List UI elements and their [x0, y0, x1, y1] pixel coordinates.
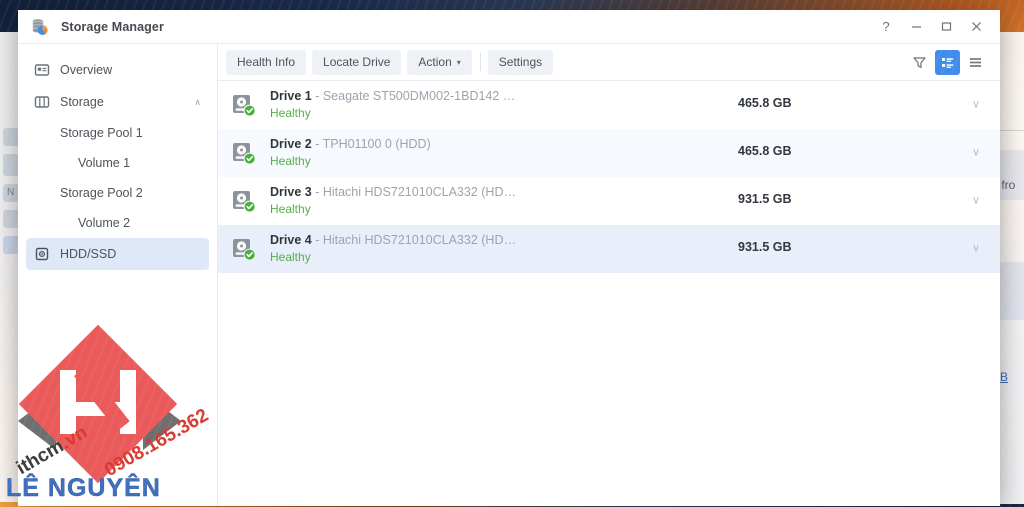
chevron-down-icon[interactable]: ∨ [972, 195, 980, 207]
drive-model: - Hitachi HDS721010CLA332 (HD… [315, 233, 516, 247]
storage-icon [34, 94, 50, 110]
sidebar-item-label: Storage Pool 2 [60, 186, 143, 200]
drive-name: Drive 3 [270, 185, 312, 199]
drive-size: 465.8 GB [738, 144, 792, 158]
sidebar-item-label: Volume 2 [78, 216, 131, 230]
drive-name-model: Drive 2 - TPH01100 0 (HDD) [270, 136, 431, 153]
window-title: Storage Manager [61, 19, 164, 34]
sidebar-item-label: Storage [60, 95, 104, 109]
toolbar: Health Info Locate Drive Action ▾ Settin… [218, 44, 1000, 81]
drive-name-model: Drive 3 - Hitachi HDS721010CLA332 (HD… [270, 184, 516, 201]
drive-name-model: Drive 4 - Hitachi HDS721010CLA332 (HD… [270, 232, 516, 249]
sidebar-item-label: Volume 1 [78, 156, 131, 170]
list-view-icon[interactable] [963, 50, 988, 75]
drive-status: Healthy [270, 202, 311, 216]
sidebar-item-volume-1[interactable]: Volume 1 [26, 148, 209, 178]
drive-size: 465.8 GB [738, 96, 792, 110]
hdd-healthy-icon [230, 235, 258, 263]
hdd-ssd-icon [34, 246, 50, 262]
content-area: Health Info Locate Drive Action ▾ Settin… [218, 44, 1000, 506]
sidebar-item-volume-2[interactable]: Volume 2 [26, 208, 209, 238]
window-controls: ? [872, 14, 990, 40]
drive-size: 931.5 GB [738, 192, 792, 206]
drive-row[interactable]: Drive 2 - TPH01100 0 (HDD) Healthy 465.8… [218, 129, 1000, 177]
hdd-healthy-icon [230, 91, 258, 119]
locate-drive-button[interactable]: Locate Drive [312, 49, 402, 75]
help-button[interactable]: ? [872, 14, 900, 40]
drive-status: Healthy [270, 250, 311, 264]
storage-manager-icon [30, 17, 50, 37]
overview-icon [34, 62, 50, 78]
chevron-down-icon[interactable]: ∨ [972, 99, 980, 111]
chevron-up-icon[interactable]: ∧ [194, 97, 201, 107]
settings-button[interactable]: Settings [487, 49, 554, 75]
sidebar-item-storage-pool-2[interactable]: Storage Pool 2 [26, 178, 209, 208]
health-info-button[interactable]: Health Info [226, 49, 307, 75]
drive-name: Drive 4 [270, 233, 312, 247]
chevron-down-icon[interactable]: ∨ [972, 147, 980, 159]
drive-row[interactable]: Drive 4 - Hitachi HDS721010CLA332 (HD… H… [218, 225, 1000, 273]
desktop-background: N s fro o B [0, 0, 1024, 507]
drive-name: Drive 2 [270, 137, 312, 151]
toolbar-divider [479, 53, 481, 71]
sidebar-item-label: Overview [60, 63, 113, 77]
drive-status: Healthy [270, 106, 311, 120]
drive-name-model: Drive 1 - Seagate ST500DM002-1BD142 … [270, 88, 515, 105]
storage-manager-window[interactable]: Storage Manager ? Overview Storage ∧ Sto… [18, 10, 1000, 506]
drive-model: - Hitachi HDS721010CLA332 (HD… [315, 185, 516, 199]
hdd-healthy-icon [230, 187, 258, 215]
drive-name: Drive 1 [270, 89, 312, 103]
sidebar-item-label: Storage Pool 1 [60, 126, 143, 140]
toolbar-view-controls [907, 49, 988, 75]
drive-status: Healthy [270, 154, 311, 168]
title-bar[interactable]: Storage Manager ? [18, 10, 1000, 44]
sidebar-item-label: HDD/SSD [60, 247, 117, 261]
sidebar-item-overview[interactable]: Overview [26, 54, 209, 86]
drive-row[interactable]: Drive 1 - Seagate ST500DM002-1BD142 … He… [218, 81, 1000, 129]
drive-row[interactable]: Drive 3 - Hitachi HDS721010CLA332 (HD… H… [218, 177, 1000, 225]
detail-list-view-icon[interactable] [935, 49, 960, 75]
chevron-down-icon[interactable]: ∨ [972, 243, 980, 255]
sidebar-item-storage-pool-1[interactable]: Storage Pool 1 [26, 118, 209, 148]
sidebar-item-hdd-ssd[interactable]: HDD/SSD [26, 238, 209, 270]
sidebar-item-storage[interactable]: Storage ∧ [26, 86, 209, 118]
sidebar: Overview Storage ∧ Storage Pool 1 Volume… [18, 44, 218, 506]
close-button[interactable] [962, 14, 990, 40]
hdd-healthy-icon [230, 139, 258, 167]
minimize-button[interactable] [902, 14, 930, 40]
action-menu-label: Action [418, 55, 452, 69]
chevron-down-icon: ▾ [456, 57, 461, 67]
action-menu-button[interactable]: Action ▾ [407, 49, 472, 75]
drive-list[interactable]: Drive 1 - Seagate ST500DM002-1BD142 … He… [218, 81, 1000, 506]
drive-model: - Seagate ST500DM002-1BD142 … [315, 89, 516, 103]
drive-size: 931.5 GB [738, 240, 792, 254]
drive-model: - TPH01100 0 (HDD) [315, 137, 431, 151]
filter-funnel-icon[interactable] [907, 50, 932, 75]
maximize-button[interactable] [932, 14, 960, 40]
